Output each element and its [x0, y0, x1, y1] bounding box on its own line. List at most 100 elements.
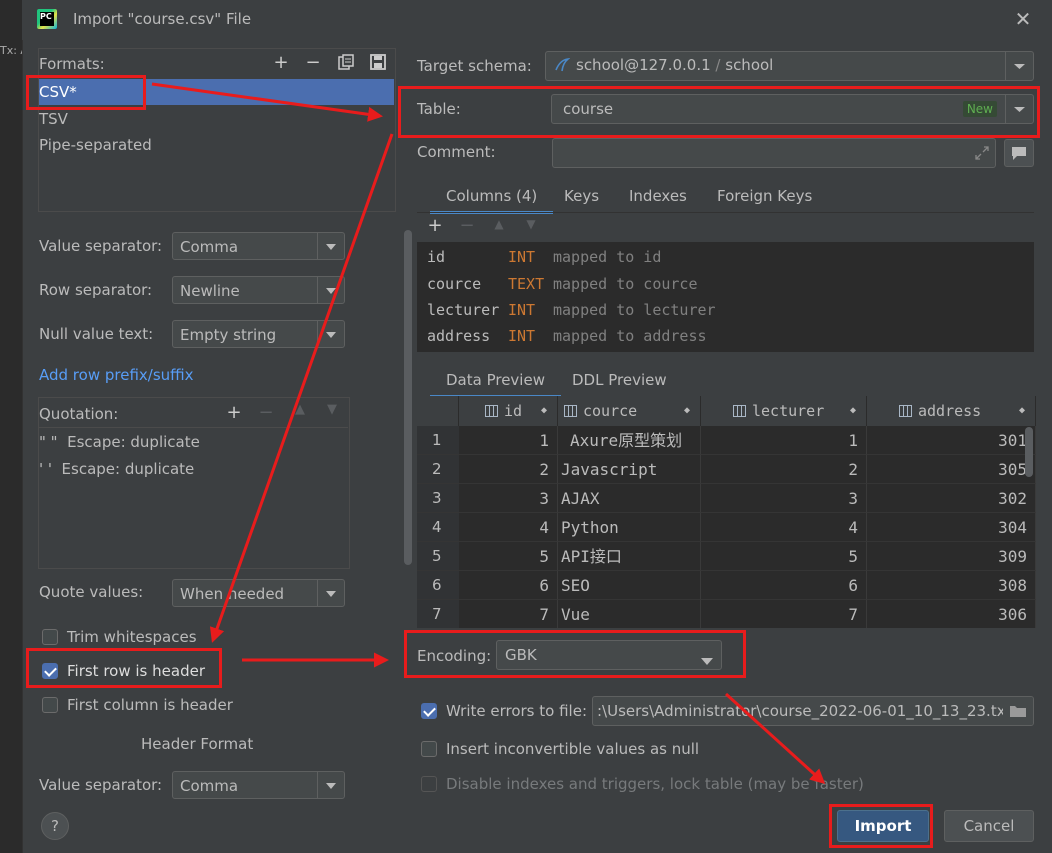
grid-cell[interactable]: 308 — [867, 571, 1036, 600]
header-format-label: Header Format — [141, 735, 254, 753]
tab-columns[interactable]: Columns (4) — [429, 187, 554, 214]
grid-cell[interactable]: Vue — [558, 600, 701, 628]
grid-cell[interactable]: 6 — [701, 571, 867, 600]
error-file-input[interactable]: :\Users\Administrator\course_2022-06-01_… — [592, 696, 1034, 726]
save-format-icon[interactable] — [370, 54, 386, 70]
add-quotation-icon[interactable]: + — [224, 402, 244, 423]
grid-header-lecturer[interactable]: lecturer ◆ — [701, 396, 867, 426]
target-schema-label: Target schema: — [417, 57, 532, 75]
remove-format-icon[interactable]: − — [303, 52, 323, 73]
grid-cell[interactable]: 306 — [867, 600, 1036, 628]
cancel-button[interactable]: Cancel — [944, 810, 1034, 842]
chevron-down-icon — [317, 772, 344, 798]
side-strip-text: Tx: A — [0, 44, 22, 57]
tab-foreign-keys[interactable]: Foreign Keys — [717, 187, 812, 205]
grid-cell[interactable]: 1 — [459, 426, 558, 455]
first-column-header-checkbox[interactable] — [42, 697, 58, 713]
target-schema-combo[interactable]: school@127.0.0.1 / school — [545, 51, 1034, 81]
tab-indexes[interactable]: Indexes — [629, 187, 687, 205]
help-button[interactable]: ? — [41, 812, 69, 840]
column-row[interactable]: cource TEXT mapped to cource — [427, 275, 698, 293]
remove-column-icon[interactable]: − — [457, 215, 477, 236]
table-combo[interactable]: course New — [551, 94, 1034, 124]
grid-cell[interactable]: 4 — [459, 513, 558, 542]
trim-whitespaces-checkbox[interactable] — [42, 629, 58, 645]
grid-cell[interactable]: 6 — [459, 571, 558, 600]
sort-icon[interactable]: ◆ — [541, 396, 547, 426]
tab-data-preview[interactable]: Data Preview — [430, 371, 561, 398]
grid-cell[interactable]: 3 — [459, 484, 558, 513]
comment-bubble-icon[interactable] — [1004, 139, 1034, 167]
close-icon[interactable]: ✕ — [1014, 9, 1032, 29]
grid-cell[interactable]: 1 — [701, 426, 867, 455]
grid-cell[interactable]: AJAX — [558, 484, 701, 513]
grid-cell[interactable]: 7 — [459, 600, 558, 628]
value-separator-value: Comma — [180, 238, 239, 256]
divider — [417, 212, 1034, 213]
copy-format-icon[interactable] — [338, 54, 354, 70]
grid-header-cource[interactable]: cource ◆ — [558, 396, 701, 426]
quotation-item[interactable]: " " Escape: duplicate — [39, 433, 200, 451]
format-item-pipe[interactable]: Pipe-separated — [39, 132, 394, 158]
grid-cell[interactable]: 309 — [867, 542, 1036, 571]
grid-cell[interactable]: API接口 — [558, 542, 701, 571]
column-icon — [733, 405, 746, 417]
grid-cell[interactable]: Javascript — [558, 455, 701, 484]
sort-icon[interactable]: ◆ — [684, 396, 690, 426]
folder-icon[interactable] — [1003, 697, 1033, 725]
comment-input[interactable] — [552, 138, 996, 168]
format-item-tsv[interactable]: TSV — [39, 106, 394, 132]
grid-header-address[interactable]: address ◆ — [867, 396, 1036, 426]
grid-cell[interactable]: 5 — [459, 542, 558, 571]
add-column-icon[interactable]: + — [425, 215, 445, 236]
move-up-icon[interactable]: ▲ — [290, 402, 310, 417]
quotation-item[interactable]: ' ' Escape: duplicate — [39, 460, 194, 478]
move-down-icon[interactable]: ▼ — [322, 402, 342, 417]
grid-cell[interactable]: Axure原型策划 — [558, 426, 701, 455]
column-row[interactable]: address INT mapped to address — [427, 327, 707, 345]
table-value: course — [563, 100, 614, 118]
remove-quotation-icon[interactable]: − — [256, 402, 276, 423]
grid-cell[interactable]: 2 — [701, 455, 867, 484]
row-number: 3 — [417, 484, 459, 513]
header-value-separator-label: Value separator: — [39, 776, 163, 794]
tab-ddl-preview[interactable]: DDL Preview — [572, 371, 667, 389]
grid-cell[interactable]: 2 — [459, 455, 558, 484]
row-separator-combo[interactable]: Newline — [172, 276, 345, 304]
column-row[interactable]: lecturer INT mapped to lecturer — [427, 301, 716, 319]
grid-cell[interactable]: SEO — [558, 571, 701, 600]
grid-scrollbar[interactable] — [1025, 427, 1033, 477]
grid-cell[interactable]: 5 — [701, 542, 867, 571]
encoding-combo[interactable]: GBK — [496, 640, 722, 670]
write-errors-checkbox[interactable] — [421, 703, 437, 719]
move-down-icon[interactable]: ▼ — [521, 217, 541, 231]
disable-indexes-checkbox[interactable] — [421, 776, 437, 792]
grid-cell[interactable]: Python — [558, 513, 701, 542]
grid-cell[interactable]: 301 — [867, 426, 1036, 455]
tab-keys[interactable]: Keys — [564, 187, 599, 205]
sort-icon[interactable]: ◆ — [1019, 396, 1025, 426]
import-button[interactable]: Import — [837, 810, 929, 842]
grid-cell[interactable]: 302 — [867, 484, 1036, 513]
grid-cell[interactable]: 304 — [867, 513, 1036, 542]
add-row-prefix-link[interactable]: Add row prefix/suffix — [39, 366, 194, 384]
sort-icon[interactable]: ◆ — [850, 396, 856, 426]
value-separator-combo[interactable]: Comma — [172, 232, 345, 260]
left-scrollbar[interactable] — [404, 230, 412, 565]
move-up-icon[interactable]: ▲ — [489, 217, 509, 231]
format-item-csv[interactable]: CSV* — [39, 79, 394, 105]
column-row[interactable]: id INT mapped to id — [427, 248, 661, 266]
first-row-header-checkbox[interactable] — [42, 663, 58, 679]
insert-null-checkbox[interactable] — [421, 741, 437, 757]
grid-header-id[interactable]: id ◆ — [459, 396, 558, 426]
grid-cell[interactable]: 4 — [701, 513, 867, 542]
expand-icon[interactable] — [975, 146, 989, 164]
null-value-combo[interactable]: Empty string — [172, 320, 345, 348]
header-value-separator-combo[interactable]: Comma — [172, 771, 345, 799]
quotation-label: Quotation: — [39, 405, 119, 423]
quote-values-combo[interactable]: When needed — [172, 579, 345, 607]
grid-cell[interactable]: 3 — [701, 484, 867, 513]
add-format-icon[interactable]: + — [271, 52, 291, 73]
grid-cell[interactable]: 7 — [701, 600, 867, 628]
grid-cell[interactable]: 305 — [867, 455, 1036, 484]
